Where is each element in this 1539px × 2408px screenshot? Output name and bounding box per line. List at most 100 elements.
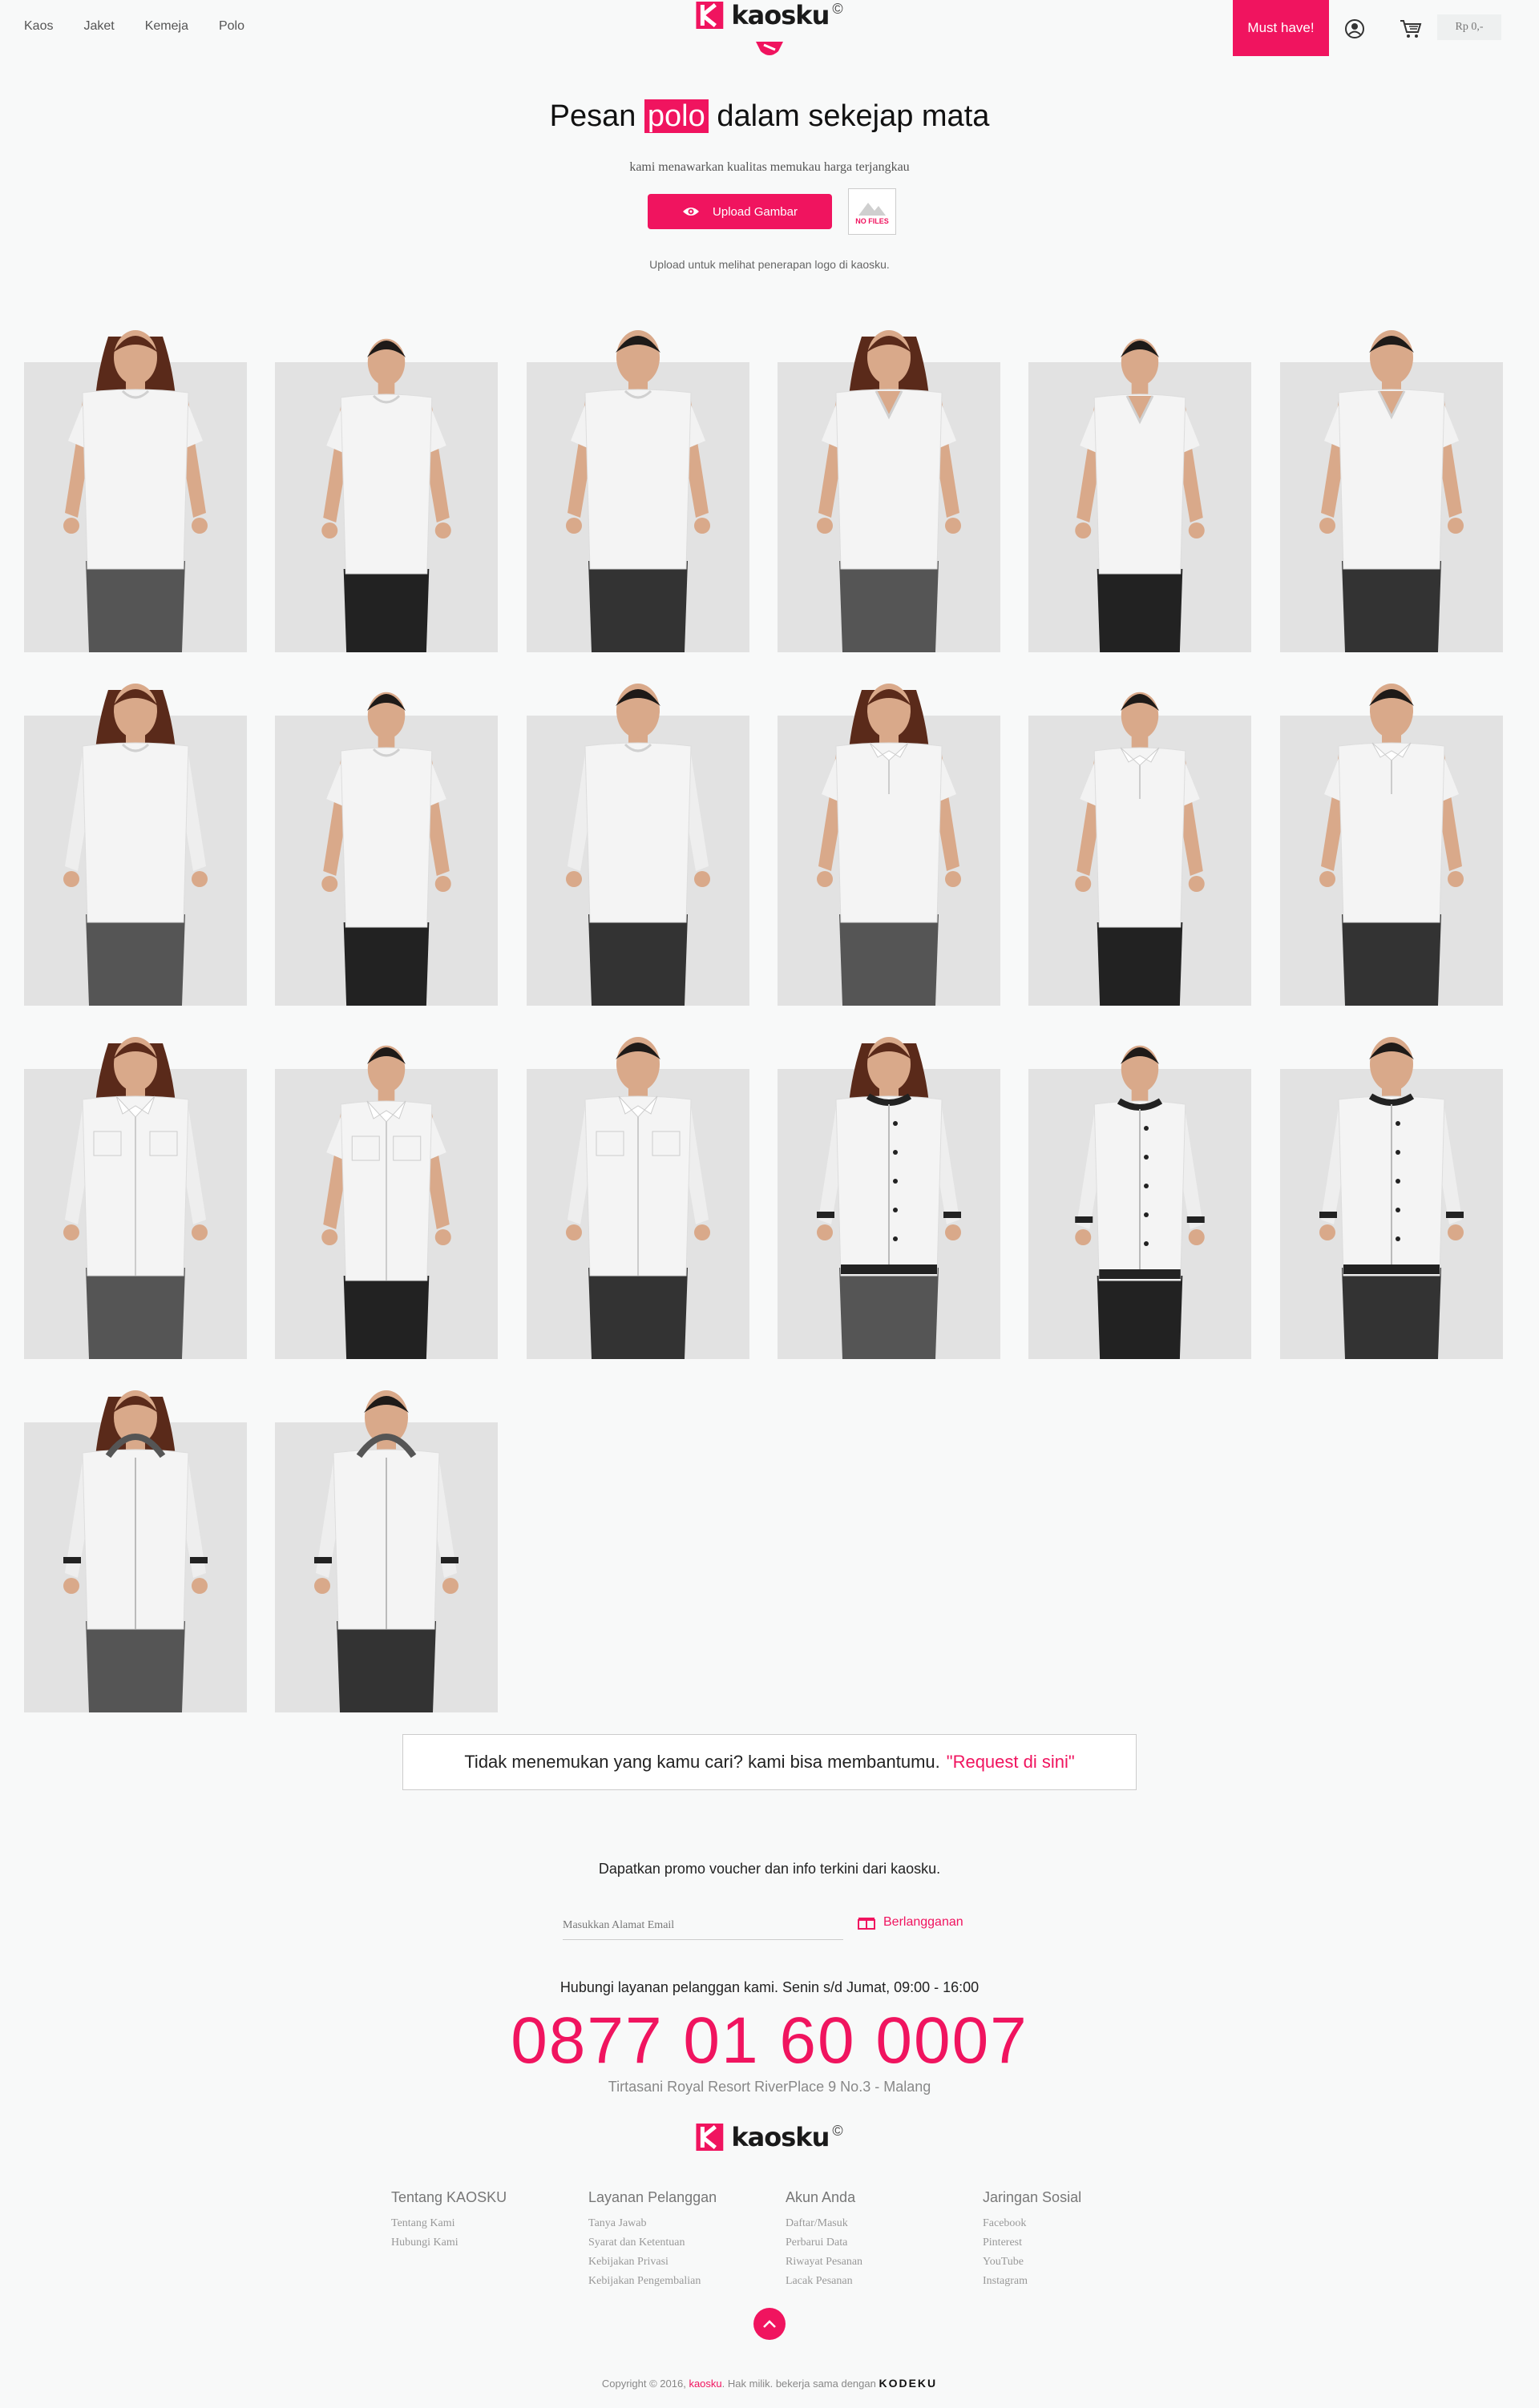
- product-card[interactable]: [275, 305, 498, 652]
- footer-col-about: Tentang KAOSKU Tentang Kami Hubungi Kami: [391, 2189, 588, 2294]
- chevron-up-icon: [763, 2320, 776, 2328]
- model-tshirt-crew-illustration: [63, 330, 208, 652]
- hero-subtitle: kami menawarkan kualitas memukau harga t…: [629, 160, 910, 174]
- footer-link[interactable]: Syarat dan Ketentuan: [588, 2237, 786, 2249]
- product-card[interactable]: [1028, 1011, 1251, 1359]
- footer-col-title: Layanan Pelanggan: [588, 2189, 717, 2205]
- model-longsleeve-illustration: [63, 684, 208, 1006]
- brand-logo[interactable]: kaosku ©: [696, 0, 843, 30]
- upload-image-button[interactable]: Upload Gambar: [648, 194, 832, 229]
- footer-link[interactable]: Daftar/Masuk: [786, 2217, 983, 2230]
- model-longsleeve-illustration: [566, 684, 710, 1006]
- product-card[interactable]: [275, 1011, 498, 1359]
- product-card[interactable]: [24, 1365, 247, 1712]
- address: Tirtasani Royal Resort RiverPlace 9 No.3…: [608, 2079, 931, 2095]
- must-have-button[interactable]: Must have!: [1233, 0, 1329, 56]
- product-card[interactable]: [275, 1365, 498, 1712]
- model-polo-illustration: [1319, 684, 1464, 1006]
- user-circle-svg: [1345, 19, 1364, 38]
- product-card[interactable]: [527, 1011, 749, 1359]
- footer-logo[interactable]: kaosku ©: [696, 2122, 843, 2152]
- back-to-top-button[interactable]: [753, 2308, 786, 2340]
- model-hoodie-illustration: [314, 1390, 458, 1712]
- image-placeholder-icon: [858, 203, 886, 216]
- logo-mark-icon: [696, 2, 724, 29]
- footer-columns: Tentang KAOSKU Tentang Kami Hubungi Kami…: [391, 2189, 1180, 2294]
- product-card[interactable]: [778, 1011, 1000, 1359]
- logo-copyright-mark: ©: [832, 0, 843, 17]
- upload-hint: Upload untuk melihat penerapan logo di k…: [649, 258, 890, 271]
- model-shirt-short-illustration: [321, 1045, 451, 1359]
- request-link[interactable]: "Request di sini": [947, 1752, 1075, 1773]
- copyright-brand[interactable]: kaosku: [689, 2378, 721, 2390]
- model-tshirt-crew-illustration: [566, 330, 710, 652]
- logo-tab-icon: [756, 42, 783, 55]
- product-card[interactable]: [527, 658, 749, 1006]
- phone-number: 0877 01 60 0007: [511, 2004, 1028, 2077]
- logo-text: kaosku: [731, 0, 830, 30]
- copyright-post: . Hak milik. bekerja sama dengan: [721, 2378, 876, 2390]
- product-card[interactable]: [778, 305, 1000, 652]
- cart-total[interactable]: Rp 0,-: [1437, 14, 1501, 40]
- model-varsity-illustration: [817, 1037, 961, 1359]
- no-files-preview: NO FILES: [848, 188, 896, 235]
- product-card[interactable]: [24, 658, 247, 1006]
- model-shirt-illustration: [566, 1037, 710, 1359]
- product-card[interactable]: [527, 305, 749, 652]
- product-card[interactable]: [1028, 658, 1251, 1006]
- model-polo-illustration: [1075, 692, 1205, 1006]
- subscribe-button[interactable]: Berlangganan: [858, 1915, 963, 1930]
- footer-link[interactable]: Kebijakan Privasi: [588, 2256, 786, 2269]
- model-hoodie-illustration: [63, 1390, 208, 1712]
- user-circle-icon[interactable]: [1342, 16, 1367, 42]
- email-input[interactable]: [563, 1911, 843, 1940]
- footer-link[interactable]: YouTube: [983, 2256, 1180, 2269]
- product-card[interactable]: [24, 1011, 247, 1359]
- subscribe-label: Berlangganan: [883, 1915, 963, 1929]
- footer-link[interactable]: Perbarui Data: [786, 2237, 983, 2249]
- footer-link[interactable]: Tanya Jawab: [588, 2217, 786, 2230]
- partner-logo[interactable]: KODEKU: [879, 2377, 937, 2390]
- nav-item-polo[interactable]: Polo: [219, 19, 244, 34]
- site-header: Kaos Jaket Kemeja Polo kaosku © Must hav…: [0, 0, 1539, 58]
- model-polo-illustration: [817, 684, 961, 1006]
- copyright-pre: Copyright © 2016,: [601, 2378, 686, 2390]
- product-card[interactable]: [778, 658, 1000, 1006]
- request-box: Tidak menemukan yang kamu cari? kami bis…: [402, 1734, 1137, 1790]
- hero-title-highlight: polo: [644, 99, 709, 133]
- model-varsity-illustration: [1075, 1045, 1205, 1359]
- footer-col-title: Akun Anda: [786, 2189, 856, 2205]
- request-text: Tidak menemukan yang kamu cari? kami bis…: [464, 1752, 940, 1772]
- footer-link[interactable]: Instagram: [983, 2275, 1180, 2288]
- footer-col-social: Jaringan Sosial Facebook Pinterest YouTu…: [983, 2189, 1180, 2294]
- nav-item-jaket[interactable]: Jaket: [83, 19, 114, 34]
- cart-icon[interactable]: [1398, 16, 1424, 42]
- nav-item-kaos[interactable]: Kaos: [24, 19, 53, 34]
- footer-link[interactable]: Lacak Pesanan: [786, 2275, 983, 2288]
- hero-title-pre: Pesan: [549, 99, 636, 133]
- copyright: Copyright © 2016, kaosku. Hak milik. bek…: [0, 2377, 1539, 2390]
- model-tshirt-v-illustration: [817, 330, 961, 652]
- footer-link[interactable]: Kebijakan Pengembalian: [588, 2275, 786, 2288]
- product-card[interactable]: [1280, 658, 1503, 1006]
- main-nav: Kaos Jaket Kemeja Polo: [24, 19, 244, 34]
- footer-link[interactable]: Facebook: [983, 2217, 1180, 2230]
- product-card[interactable]: [1280, 305, 1503, 652]
- no-files-label: NO FILES: [855, 217, 889, 225]
- model-tshirt-crew-illustration: [321, 338, 451, 652]
- model-tshirt-v-illustration: [1319, 330, 1464, 652]
- nav-item-kemeja[interactable]: Kemeja: [145, 19, 188, 34]
- product-card[interactable]: [275, 658, 498, 1006]
- gift-icon: [858, 1918, 875, 1930]
- footer-link[interactable]: Pinterest: [983, 2237, 1180, 2249]
- cart-svg: [1400, 20, 1422, 38]
- footer-col-account: Akun Anda Daftar/Masuk Perbarui Data Riw…: [786, 2189, 983, 2294]
- newsletter-title: Dapatkan promo voucher dan info terkini …: [598, 1861, 941, 1877]
- product-card[interactable]: [24, 305, 247, 652]
- footer-link[interactable]: Hubungi Kami: [391, 2237, 588, 2249]
- footer-link[interactable]: Riwayat Pesanan: [786, 2256, 983, 2269]
- footer-logo-mark-icon: [696, 2124, 724, 2151]
- footer-link[interactable]: Tentang Kami: [391, 2217, 588, 2230]
- product-card[interactable]: [1280, 1011, 1503, 1359]
- product-card[interactable]: [1028, 305, 1251, 652]
